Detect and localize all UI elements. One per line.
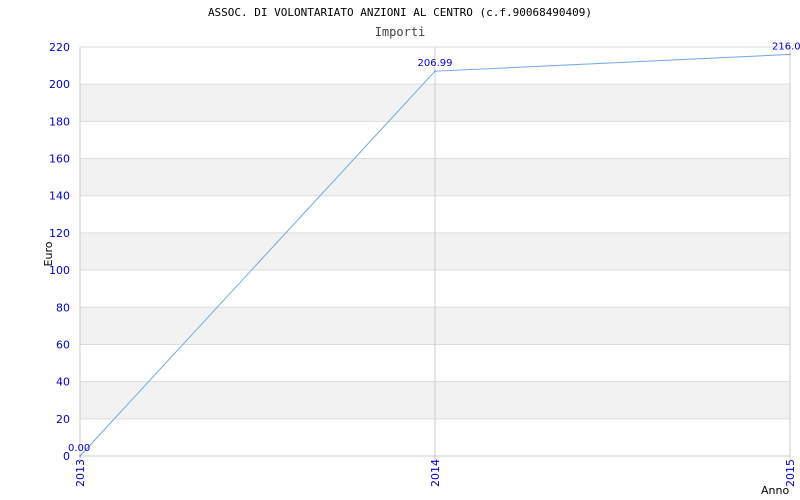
y-tick-label: 140 (49, 190, 70, 203)
y-tick-label: 60 (56, 338, 70, 351)
y-axis-label: Euro (42, 241, 55, 266)
y-tick-label: 160 (49, 153, 70, 166)
y-tick-label: 80 (56, 301, 70, 314)
data-label: 0.00 (68, 443, 90, 454)
data-point (434, 70, 436, 73)
y-tick-label: 220 (49, 41, 70, 54)
x-tick-label: 2015 (784, 459, 797, 487)
x-axis-label: Anno (761, 484, 789, 497)
data-point (79, 455, 81, 457)
x-tick-label: 2014 (429, 459, 442, 487)
y-tick-label: 120 (49, 227, 70, 240)
plot-area: 0204060801001201401601802002202013 2014 20… (42, 41, 800, 497)
chart: ASSOC. DI VOLONTARIATO ANZIONI AL CENTRO… (0, 0, 800, 500)
y-tick-label: 180 (49, 115, 70, 128)
y-tick-label: 200 (49, 78, 70, 91)
y-tick-label: 40 (56, 376, 70, 389)
y-tick-label: 20 (56, 413, 70, 426)
data-label: 216.0 (772, 41, 800, 52)
x-tick-label: 2013 (74, 459, 87, 487)
data-label: 206.99 (418, 58, 453, 69)
data-point (789, 53, 791, 56)
